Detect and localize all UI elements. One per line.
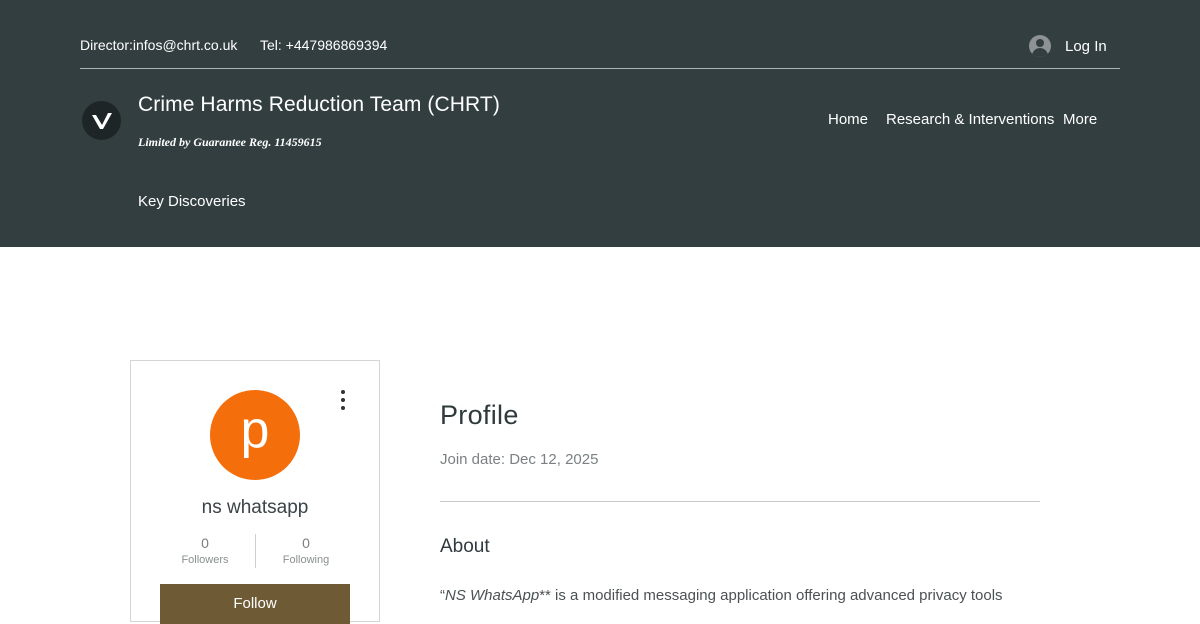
- profile-card: p ns whatsapp 0 Followers 0 Following Fo…: [130, 360, 380, 624]
- contact-email[interactable]: Director:infos@chrt.co.uk: [80, 37, 237, 53]
- following-count: 0: [302, 535, 310, 551]
- following-stat[interactable]: 0 Following: [256, 535, 356, 566]
- about-text: “NS WhatsApp** is a modified messaging a…: [440, 587, 1003, 604]
- section-divider: [440, 501, 1040, 502]
- more-options-icon[interactable]: [337, 390, 349, 410]
- nav-key-discoveries[interactable]: Key Discoveries: [138, 193, 246, 210]
- site-title[interactable]: Crime Harms Reduction Team (CHRT): [138, 93, 500, 117]
- login-button[interactable]: Log In: [1029, 35, 1107, 57]
- about-text-italic: NS WhatsApp: [445, 587, 540, 604]
- profile-username: ns whatsapp: [201, 497, 309, 518]
- page-title: Profile: [440, 400, 519, 430]
- nav-home[interactable]: Home: [828, 111, 868, 128]
- join-date: Join date: Dec 12, 2025: [440, 451, 599, 468]
- nav-research-interventions[interactable]: Research & Interventions: [886, 111, 1054, 128]
- followers-label: Followers: [181, 554, 229, 566]
- about-text-rest: ** is a modified messaging application o…: [539, 587, 1003, 604]
- nav-more[interactable]: More: [1063, 111, 1097, 128]
- site-header: Director:infos@chrt.co.uk Tel: +44798686…: [0, 0, 1200, 247]
- follow-button[interactable]: Follow: [160, 584, 350, 624]
- header-divider: [80, 68, 1120, 69]
- about-heading: About: [440, 536, 490, 557]
- login-label: Log In: [1065, 37, 1107, 55]
- followers-stat[interactable]: 0 Followers: [155, 535, 255, 566]
- site-logo[interactable]: [82, 101, 121, 140]
- followers-count: 0: [201, 535, 209, 551]
- contact-phone[interactable]: Tel: +447986869394: [260, 37, 387, 53]
- following-label: Following: [282, 554, 330, 566]
- profile-avatar: p: [210, 390, 300, 480]
- site-tagline: Limited by Guarantee Reg. 11459615: [138, 135, 322, 149]
- v-logo-icon: [91, 112, 112, 129]
- user-avatar-icon: [1029, 35, 1051, 57]
